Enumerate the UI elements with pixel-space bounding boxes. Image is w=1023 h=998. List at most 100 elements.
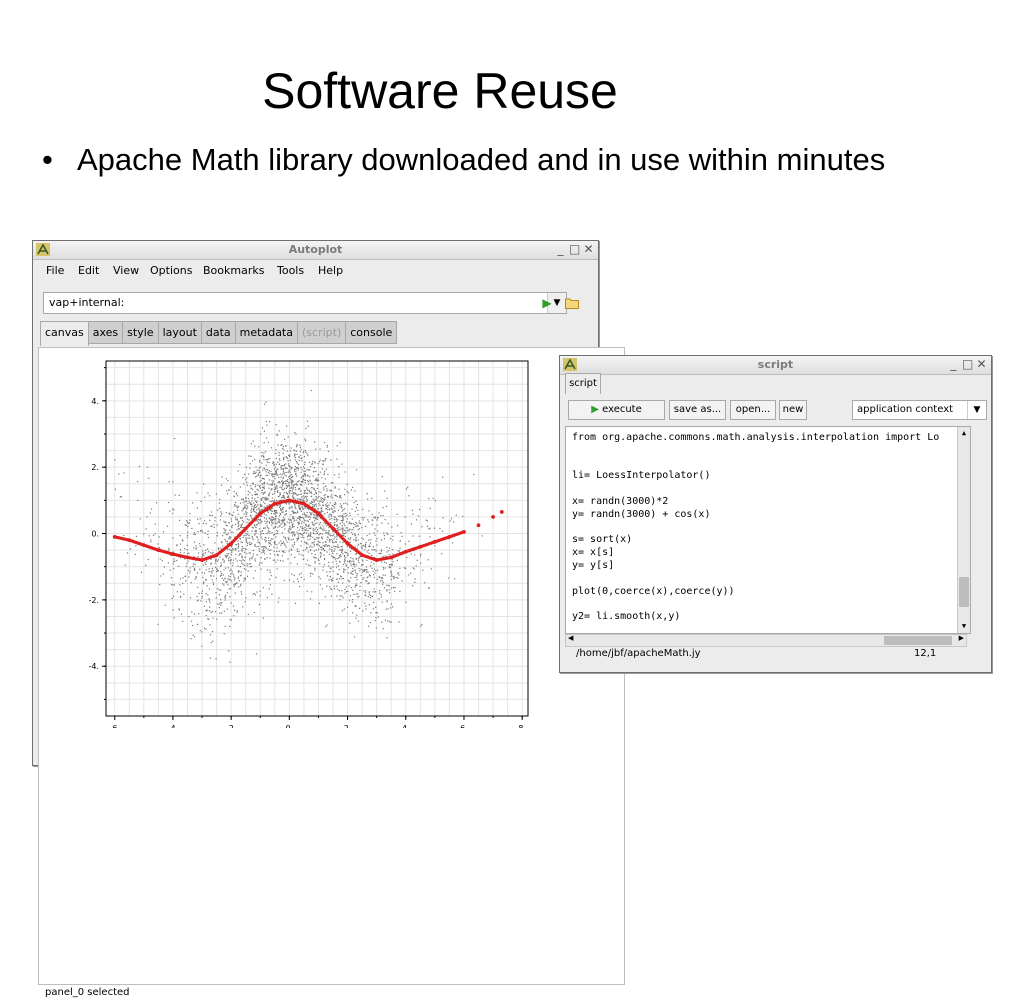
scatter-point xyxy=(258,471,260,473)
scatter-point xyxy=(374,572,376,574)
code-editor[interactable]: ▲ ▼ from org.apache.commons.math.analysi… xyxy=(565,426,971,634)
minimize-icon[interactable]: _ xyxy=(948,357,959,372)
scatter-point xyxy=(251,497,253,499)
scatter-point xyxy=(233,615,235,617)
scatter-point xyxy=(254,458,256,461)
scatter-point xyxy=(172,537,174,539)
scatter-point xyxy=(274,487,276,490)
scatter-point xyxy=(326,575,329,577)
open-button[interactable]: open... xyxy=(730,400,776,420)
scatter-point xyxy=(365,595,367,597)
scatter-point xyxy=(250,487,252,490)
scatter-point xyxy=(172,595,175,597)
scatter-point xyxy=(288,527,290,530)
scatter-point xyxy=(224,577,226,579)
scatter-point xyxy=(279,459,281,461)
scatter-point xyxy=(331,508,333,511)
menu-view[interactable]: View xyxy=(113,264,139,277)
y-tick-label: -4. xyxy=(88,662,99,671)
scatter-point xyxy=(320,498,322,500)
scatter-point xyxy=(292,495,294,497)
menu-options[interactable]: Options xyxy=(150,264,192,277)
scatter-point xyxy=(298,521,300,523)
execute-button[interactable]: ▶ execute xyxy=(568,400,665,420)
scroll-up-icon[interactable]: ▲ xyxy=(958,427,970,440)
tab-console[interactable]: console xyxy=(346,321,398,344)
scatter-point xyxy=(265,459,267,461)
scatter-point xyxy=(345,532,347,534)
scatter-point xyxy=(323,474,325,476)
tab-data[interactable]: data xyxy=(201,321,236,344)
chevron-down-icon[interactable]: ▼ xyxy=(967,401,986,419)
url-combobox[interactable]: vap+internal: ▼ xyxy=(43,292,567,314)
menu-bookmarks[interactable]: Bookmarks xyxy=(203,264,264,277)
scatter-point xyxy=(212,552,214,554)
scatter-point xyxy=(226,490,228,492)
scatter-point xyxy=(329,518,331,521)
scatter-point xyxy=(247,497,250,500)
scatter-point xyxy=(321,538,323,540)
close-icon[interactable]: ✕ xyxy=(976,357,987,372)
scatter-point xyxy=(332,541,334,543)
play-icon[interactable]: ▶ xyxy=(538,293,556,313)
horizontal-scrollbar[interactable]: ◀ ▶ xyxy=(565,634,967,647)
scatter-plot[interactable]: -6.-4.-2.0.2.4.6.8.4.2.0.-2.-4. xyxy=(39,348,624,728)
scatter-point xyxy=(311,521,313,523)
menu-file[interactable]: File xyxy=(46,264,64,277)
tab-canvas[interactable]: canvas xyxy=(40,321,89,346)
menu-edit[interactable]: Edit xyxy=(78,264,99,277)
maximize-icon[interactable]: □ xyxy=(569,242,580,257)
scatter-point xyxy=(382,555,384,558)
tab-style[interactable]: style xyxy=(123,321,159,344)
scatter-point xyxy=(203,520,206,522)
save-as-button[interactable]: save as... xyxy=(669,400,726,420)
scatter-point xyxy=(309,538,311,540)
menu-tools[interactable]: Tools xyxy=(277,264,304,277)
vertical-scrollbar[interactable]: ▲ ▼ xyxy=(957,427,970,633)
scatter-point xyxy=(315,495,317,498)
tab-metadata[interactable]: metadata xyxy=(235,321,298,344)
scatter-point xyxy=(405,488,408,490)
scatter-point xyxy=(237,571,239,573)
scatter-point xyxy=(323,527,325,529)
scroll-thumb[interactable] xyxy=(959,577,969,607)
tab-script[interactable]: (script) xyxy=(298,321,347,344)
scatter-point xyxy=(190,620,193,622)
new-button[interactable]: new xyxy=(779,400,807,420)
scatter-point xyxy=(330,515,333,517)
script-titlebar[interactable]: script _ □ ✕ xyxy=(560,356,991,375)
close-icon[interactable]: ✕ xyxy=(583,242,594,257)
scatter-point xyxy=(321,547,323,549)
maximize-icon[interactable]: □ xyxy=(962,357,973,372)
scatter-point xyxy=(179,549,182,551)
scatter-point xyxy=(341,463,343,465)
scatter-point xyxy=(358,567,360,570)
scatter-point xyxy=(362,519,364,521)
scroll-down-icon[interactable]: ▼ xyxy=(958,620,970,633)
scatter-point xyxy=(330,459,332,461)
tab-script-editor[interactable]: script xyxy=(565,373,601,394)
scatter-point xyxy=(271,482,274,484)
scroll-left-icon[interactable]: ◀ xyxy=(568,634,573,642)
scatter-point xyxy=(252,593,254,595)
scatter-point xyxy=(230,554,233,556)
menu-help[interactable]: Help xyxy=(318,264,343,277)
scroll-right-icon[interactable]: ▶ xyxy=(959,634,964,642)
context-select[interactable]: application context ▼ xyxy=(852,400,987,420)
tab-layout[interactable]: layout xyxy=(158,321,202,344)
minimize-icon[interactable]: _ xyxy=(555,242,566,257)
scatter-point xyxy=(249,463,251,465)
plot-canvas[interactable]: -6.-4.-2.0.2.4.6.8.4.2.0.-2.-4. xyxy=(38,347,625,985)
scatter-point xyxy=(254,498,256,500)
scatter-point xyxy=(336,585,338,587)
folder-icon[interactable] xyxy=(563,293,581,313)
scatter-point xyxy=(243,560,245,562)
scatter-point xyxy=(383,587,386,589)
tab-axes[interactable]: axes xyxy=(88,321,124,344)
scatter-point xyxy=(248,552,250,554)
scatter-point xyxy=(313,543,315,546)
url-input[interactable]: vap+internal: xyxy=(49,296,124,309)
h-scroll-thumb[interactable] xyxy=(884,636,952,645)
scatter-point xyxy=(368,604,370,606)
autoplot-titlebar[interactable]: Autoplot _ □ ✕ xyxy=(33,241,598,260)
